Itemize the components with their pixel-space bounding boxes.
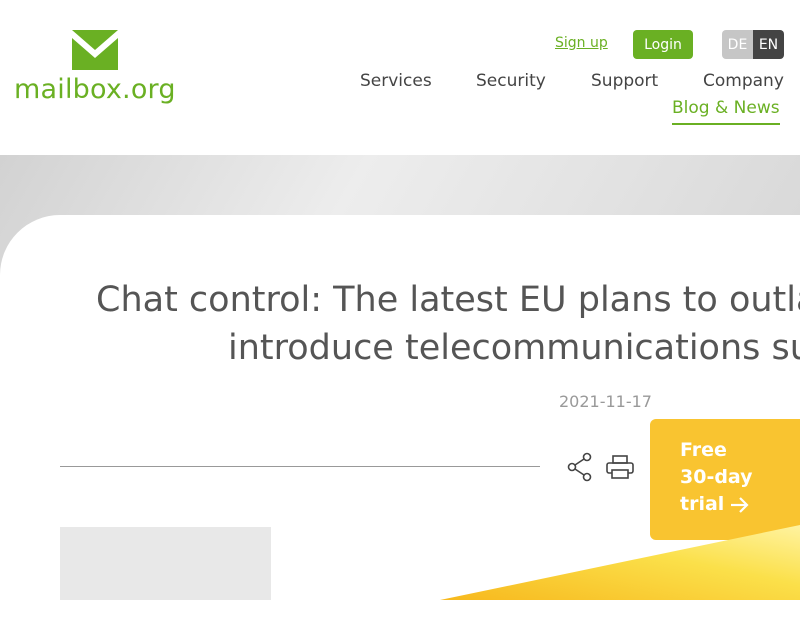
- nav-blog-news[interactable]: Blog & News: [672, 98, 780, 125]
- nav-support[interactable]: Support: [591, 71, 658, 91]
- share-icon[interactable]: [566, 452, 594, 482]
- nav-services[interactable]: Services: [360, 71, 432, 91]
- logo-text: mailbox.org: [14, 74, 176, 105]
- nav-company[interactable]: Company: [703, 71, 784, 91]
- login-button[interactable]: Login: [633, 30, 693, 59]
- language-switcher: DE EN: [722, 30, 784, 59]
- site-logo[interactable]: mailbox.org: [14, 28, 176, 112]
- trial-line3: trial: [680, 493, 725, 515]
- trial-line1: Free: [680, 439, 727, 461]
- article-title-line2: introduce telecommunications su: [228, 328, 800, 368]
- trial-line2: 30-day: [680, 466, 753, 488]
- site-header: mailbox.org Sign up Login DE EN Services…: [0, 0, 800, 155]
- lang-de-button[interactable]: DE: [722, 30, 753, 59]
- lang-en-button[interactable]: EN: [753, 30, 784, 59]
- signup-link[interactable]: Sign up: [555, 35, 608, 51]
- article-title-line1: Chat control: The latest EU plans to out…: [96, 280, 800, 320]
- envelope-logo-icon: [72, 30, 118, 70]
- article-image-placeholder: [60, 527, 271, 600]
- nav-security[interactable]: Security: [476, 71, 546, 91]
- arrow-right-icon: [731, 496, 749, 513]
- article-date: 2021-11-17: [559, 392, 652, 411]
- print-icon[interactable]: [605, 454, 635, 480]
- decorative-yellow-shape: [440, 525, 800, 600]
- divider: [60, 466, 540, 467]
